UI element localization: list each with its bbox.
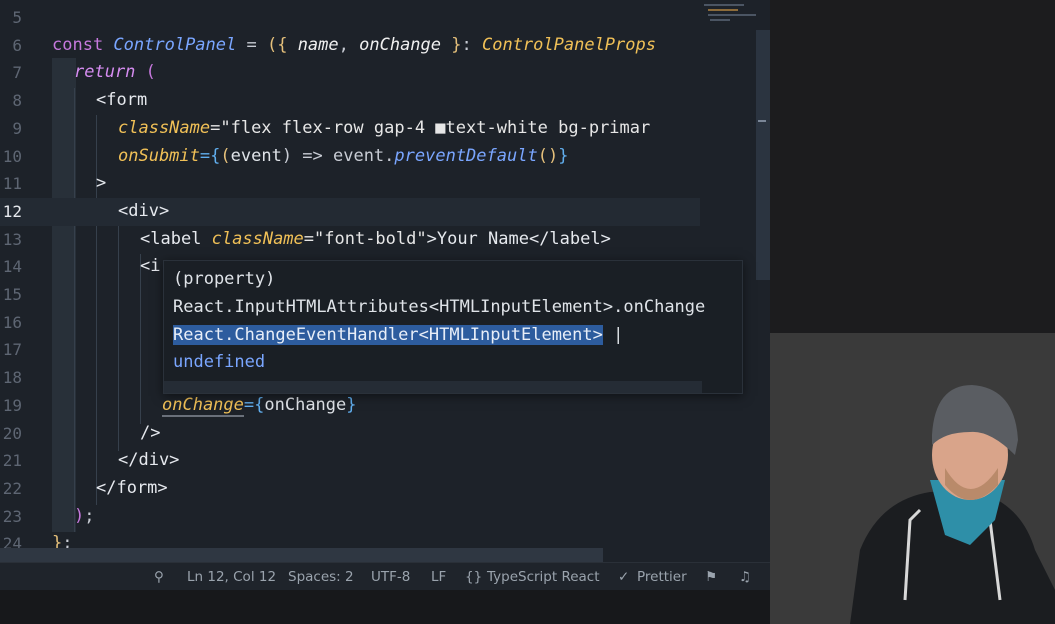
line-ending[interactable]: LF	[431, 569, 446, 585]
code-text: return (	[74, 62, 156, 83]
code-text: </div>	[118, 450, 180, 471]
code-line[interactable]: 13 <label className="font-bold">Your Name…	[0, 226, 700, 254]
code-line[interactable]: 23);	[0, 503, 700, 531]
line-number: 7	[12, 63, 22, 83]
line-number: 10	[2, 146, 22, 166]
hover-kind: (property)	[173, 269, 276, 289]
line-number: 20	[2, 423, 22, 443]
line-number: 16	[2, 312, 22, 332]
line-number: 5	[12, 8, 22, 27]
code-line[interactable]: 6 const ControlPanel = ({ name, onChange …	[0, 32, 700, 60]
bell-icon[interactable]: ♫	[739, 569, 751, 585]
code-line[interactable]: 7 return (	[0, 59, 700, 87]
line-number: 11	[2, 174, 22, 194]
hover-tooltip: (property) React.InputHTMLAttributes<HTM…	[163, 260, 743, 394]
minimap[interactable]	[700, 0, 758, 30]
check-icon: ✓	[618, 569, 630, 585]
hover-type: React.ChangeEventHandler<HTMLInputElemen…	[173, 325, 624, 345]
line-number: 18	[2, 368, 22, 388]
line-number: 6	[12, 35, 22, 55]
feedback-icon[interactable]: ⚑	[705, 569, 717, 585]
code-text: <form	[96, 90, 148, 111]
line-number: 8	[12, 91, 22, 111]
branch-icon[interactable]: ⚲	[154, 569, 164, 585]
code-line[interactable]: 10 onSubmit={(event) => event.preventDefa…	[0, 143, 700, 171]
code-text: className="flex flex-row gap-4 ■text-whi…	[118, 117, 651, 138]
indentation[interactable]: Spaces: 2	[288, 569, 354, 585]
code-line[interactable]: 12 <div>	[0, 197, 700, 226]
vertical-scrollbar[interactable]	[756, 30, 770, 280]
code-line[interactable]: 19 onChange={onChange}	[0, 392, 700, 420]
cursor-position[interactable]: Ln 12, Col 12	[187, 569, 276, 585]
code-text: >	[96, 173, 107, 194]
language-mode[interactable]: TypeScript React	[487, 569, 600, 585]
hover-divider	[164, 381, 702, 393]
line-number: 9	[12, 118, 22, 138]
horizontal-scrollbar[interactable]	[0, 548, 603, 562]
line-number: 17	[2, 340, 22, 360]
line-number: 15	[2, 285, 22, 304]
code-text: </form>	[96, 477, 168, 498]
encoding[interactable]: UTF-8	[371, 569, 410, 585]
code-line[interactable]: 11 >	[0, 170, 700, 198]
status-bar: ⚲ Ln 12, Col 12 Spaces: 2 UTF-8 LF {} Ty…	[0, 562, 770, 591]
code-text: onSubmit={(event) => event.preventDefaul…	[118, 145, 569, 166]
code-line[interactable]: 5	[0, 4, 700, 32]
line-number: 23	[2, 506, 22, 526]
line-number: 21	[2, 451, 22, 471]
hover-signature: React.InputHTMLAttributes<HTMLInputEleme…	[173, 297, 706, 317]
code-line[interactable]: 21 </div>	[0, 447, 700, 475]
formatter[interactable]: Prettier	[637, 569, 687, 585]
line-number: 19	[2, 395, 22, 415]
presenter-webcam	[820, 360, 1055, 624]
code-line[interactable]: 9 className="flex flex-row gap-4 ■text-wh…	[0, 115, 700, 143]
braces-icon: {}	[465, 569, 483, 585]
taskbar-area	[0, 590, 770, 624]
code-text: const ControlPanel = ({ name, onChange }…	[52, 34, 656, 55]
code-text: <label className="font-bold">Your Name</…	[140, 228, 611, 249]
line-number: 12	[2, 201, 22, 221]
line-number: 14	[2, 257, 22, 277]
code-line[interactable]: 8 <form	[0, 87, 700, 115]
code-line[interactable]: 22 </form>	[0, 475, 700, 503]
line-number: 13	[2, 229, 22, 249]
code-text: );	[74, 505, 95, 526]
line-number: 22	[2, 478, 22, 498]
code-text: />	[140, 422, 161, 443]
code-line[interactable]: 20 />	[0, 420, 700, 448]
selected-type-text[interactable]: React.ChangeEventHandler<HTMLInputElemen…	[173, 325, 603, 345]
code-editor[interactable]: 5 6 const ControlPanel = ({ name, onChange…	[0, 0, 770, 562]
code-text: <i	[140, 256, 161, 277]
code-text: <div>	[118, 200, 170, 221]
code-text: onChange={onChange}	[162, 394, 357, 417]
hover-undefined: undefined	[173, 352, 266, 372]
